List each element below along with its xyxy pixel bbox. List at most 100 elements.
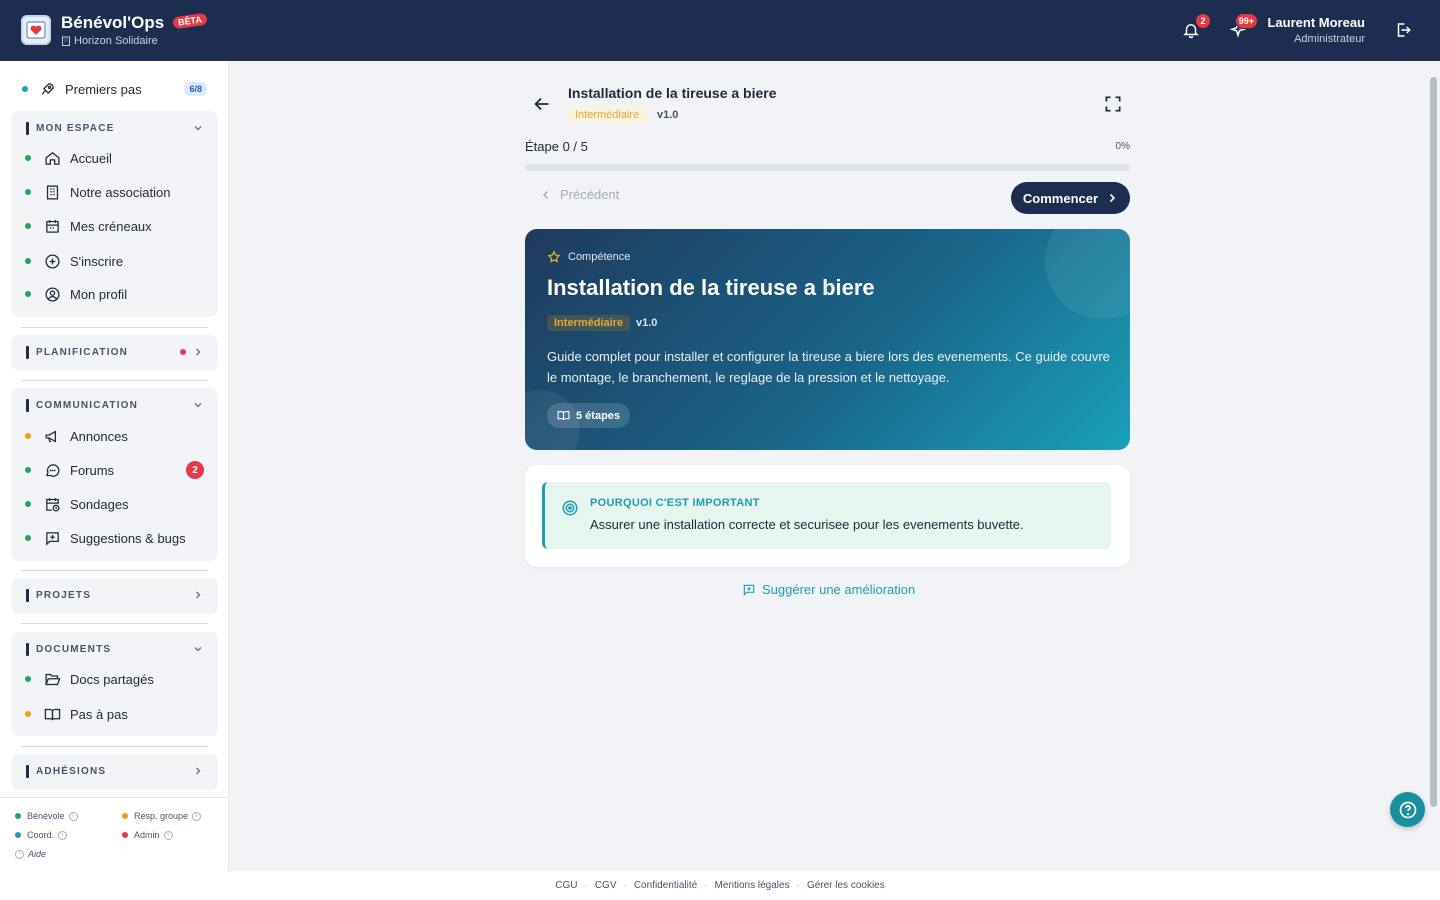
divider bbox=[21, 380, 208, 381]
separator: · bbox=[704, 880, 708, 891]
previous-label: Précédent bbox=[560, 187, 620, 202]
group-header-adhesions[interactable]: ADHÉSIONS bbox=[11, 754, 218, 788]
group-title: PROJETS bbox=[36, 589, 92, 601]
guide-hero-card: Compétence Installation de la tireuse a … bbox=[525, 229, 1130, 450]
notifications-button[interactable]: 2 bbox=[1180, 13, 1211, 41]
building-icon bbox=[43, 183, 61, 201]
chevron-down-icon bbox=[194, 403, 202, 408]
steps-count-label: 5 étapes bbox=[576, 409, 621, 422]
guide-title: Installation de la tireuse a biere bbox=[568, 85, 777, 101]
group-header-projets[interactable]: PROJETS bbox=[11, 578, 218, 612]
suggest-improvement-link[interactable]: Suggérer une amélioration bbox=[742, 582, 915, 597]
guide-kind: Compétence bbox=[547, 250, 630, 264]
star-icon bbox=[547, 250, 561, 263]
legend-help[interactable]: i Aide bbox=[15, 849, 46, 859]
sidebar-item-label: Mon profil bbox=[70, 286, 128, 302]
status-dot bbox=[25, 258, 31, 264]
separator: · bbox=[796, 880, 800, 891]
group-header-documents[interactable]: DOCUMENTS bbox=[11, 632, 218, 666]
status-dot bbox=[25, 501, 31, 507]
info-icon[interactable]: i bbox=[68, 811, 78, 821]
sidebar-item-label: Annonces bbox=[70, 428, 128, 444]
user-role: Administrateur bbox=[1294, 33, 1365, 45]
activity-button[interactable]: 99+ bbox=[1227, 13, 1258, 41]
group-accent-bar bbox=[26, 588, 29, 602]
logout-button[interactable] bbox=[1392, 19, 1414, 41]
info-icon[interactable]: i bbox=[192, 811, 202, 821]
user-menu[interactable]: Laurent Moreau Administrateur bbox=[1267, 15, 1365, 45]
fullscreen-button[interactable] bbox=[1103, 94, 1123, 114]
sidebar-item-sondages[interactable]: Sondages bbox=[11, 488, 218, 520]
sidebar-item-mon-profil[interactable]: Mon profil bbox=[11, 278, 218, 310]
activity-badge: 99+ bbox=[1234, 13, 1258, 29]
progress-bar bbox=[525, 164, 1130, 171]
info-icon[interactable]: i bbox=[163, 830, 173, 840]
footer-link-cookies[interactable]: Gérer les cookies bbox=[807, 880, 885, 891]
why-important-card: POURQUOI C'EST IMPORTANT Assurer une ins… bbox=[525, 465, 1130, 567]
status-dot bbox=[25, 189, 31, 195]
sidebar-item-sinscrire[interactable]: S'inscrire bbox=[11, 245, 218, 277]
decorative-circle bbox=[1045, 229, 1130, 319]
chat-icon bbox=[43, 461, 61, 479]
sidebar-item-label: Sondages bbox=[70, 496, 129, 512]
org-label: Horizon Solidaire bbox=[74, 35, 158, 47]
sidebar-item-notre-association[interactable]: Notre association bbox=[11, 176, 218, 208]
divider bbox=[21, 746, 208, 747]
back-button[interactable] bbox=[531, 93, 553, 115]
message-plus-icon bbox=[743, 584, 755, 596]
chevron-right-icon bbox=[1109, 193, 1116, 203]
user-name: Laurent Moreau bbox=[1267, 15, 1365, 30]
legend-dot bbox=[15, 832, 21, 838]
status-dot bbox=[25, 467, 31, 473]
role-legend: Bénévole i Resp. groupe i Coord. i Admin… bbox=[0, 797, 229, 871]
sidebar-item-mes-creneaux[interactable]: Mes créneaux bbox=[11, 210, 218, 242]
sidebar-item-label: Accueil bbox=[70, 150, 112, 166]
scroll-thumb[interactable] bbox=[1430, 77, 1437, 807]
sidebar-item-first-steps[interactable]: Premiers pas 6/8 bbox=[11, 75, 218, 103]
footer-link-privacy[interactable]: Confidentialité bbox=[634, 880, 697, 891]
why-title: POURQUOI C'EST IMPORTANT bbox=[590, 497, 760, 509]
footer-link-legal[interactable]: Mentions légales bbox=[715, 880, 790, 891]
start-button[interactable]: Commencer bbox=[1011, 182, 1130, 214]
legend-label: Coord. bbox=[27, 830, 55, 840]
legend-dot bbox=[15, 813, 21, 819]
app-logo[interactable] bbox=[21, 15, 51, 45]
home-icon bbox=[43, 149, 61, 167]
sidebar-item-docs-partages[interactable]: Docs partagés bbox=[11, 663, 218, 695]
group-header-communication[interactable]: COMMUNICATION bbox=[11, 388, 218, 422]
chevron-right-icon bbox=[196, 348, 201, 356]
help-button[interactable] bbox=[1390, 792, 1425, 827]
version-label: v1.0 bbox=[657, 109, 679, 121]
sidebar-item-label: Mes créneaux bbox=[70, 218, 152, 234]
status-dot bbox=[22, 86, 28, 92]
footer-link-cgv[interactable]: CGV bbox=[595, 880, 617, 891]
legend-resp-groupe: Resp. groupe i bbox=[122, 811, 202, 821]
group-header-planification[interactable]: PLANIFICATION bbox=[11, 335, 218, 369]
sidebar-item-suggestions[interactable]: Suggestions & bugs bbox=[11, 522, 218, 554]
sidebar-item-pas-a-pas[interactable]: Pas à pas bbox=[11, 698, 218, 730]
sidebar-item-label: Pas à pas bbox=[70, 706, 128, 722]
suggest-label: Suggérer une amélioration bbox=[762, 582, 916, 597]
chevron-down-icon bbox=[194, 126, 202, 131]
group-accent-bar bbox=[26, 121, 29, 135]
group-header-mon-espace[interactable]: MON ESPACE bbox=[11, 111, 218, 145]
arrow-left-icon bbox=[534, 97, 549, 111]
rocket-icon bbox=[38, 80, 56, 98]
alert-dot bbox=[180, 349, 186, 355]
footer-link-cgu[interactable]: CGU bbox=[555, 880, 577, 891]
group-title: PLANIFICATION bbox=[36, 346, 129, 358]
help-circle-icon bbox=[1399, 801, 1416, 818]
sidebar-item-label: Premiers pas bbox=[65, 81, 142, 97]
user-circle-icon bbox=[43, 285, 61, 303]
previous-button[interactable]: Précédent bbox=[540, 187, 619, 202]
step-counter: Étape 0 / 5 bbox=[525, 139, 588, 154]
chevron-left-icon bbox=[542, 190, 549, 199]
sidebar-item-forums[interactable]: Forums 2 bbox=[11, 454, 218, 486]
status-dot bbox=[25, 676, 31, 682]
main-scrollbar[interactable] bbox=[1427, 61, 1440, 871]
hero-level-badge: Intermédiaire bbox=[547, 315, 631, 331]
info-icon[interactable]: i bbox=[58, 830, 68, 840]
sidebar-item-annonces[interactable]: Annonces bbox=[11, 420, 218, 452]
sidebar-item-accueil[interactable]: Accueil bbox=[11, 142, 218, 174]
book-open-icon bbox=[43, 705, 61, 723]
